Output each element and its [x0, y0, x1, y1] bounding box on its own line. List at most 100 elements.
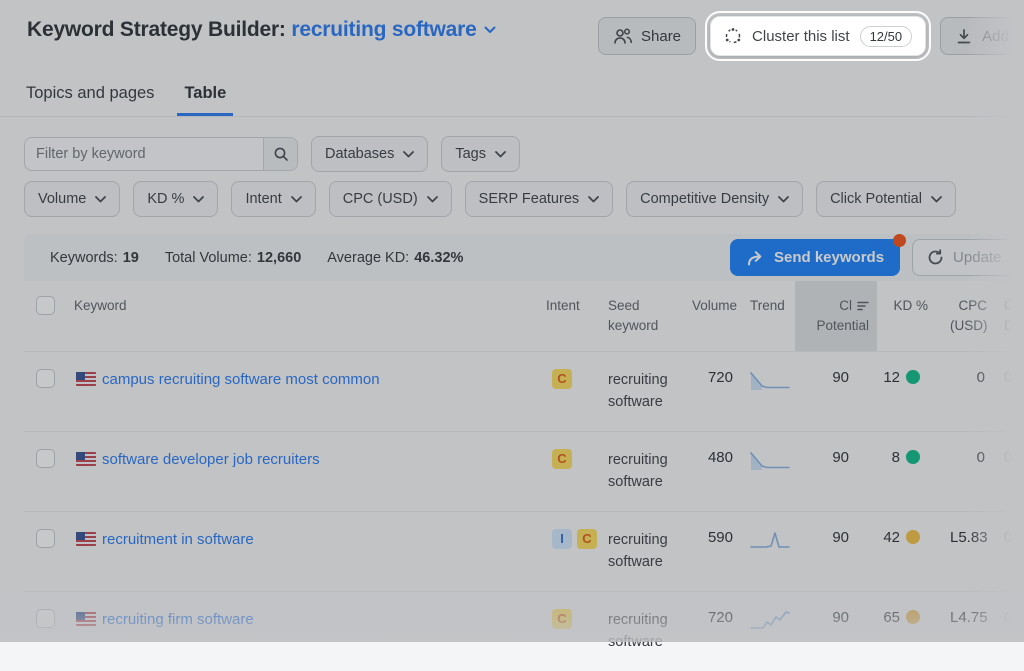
table-row: software developer job recruiters C recr… — [24, 431, 1024, 511]
summary-actions: Send keywords Update — [730, 239, 1016, 276]
volume-filter[interactable]: Volume — [24, 181, 120, 217]
share-button[interactable]: Share — [598, 17, 696, 55]
tags-filter[interactable]: Tags — [441, 136, 520, 172]
kd-filter-label: KD % — [147, 191, 184, 207]
keyword-link[interactable]: campus recruiting software most common — [102, 369, 380, 390]
tags-label: Tags — [455, 146, 486, 162]
serp-features-filter[interactable]: SERP Features — [465, 181, 613, 217]
row-checkbox[interactable] — [36, 449, 55, 468]
competitive-density-filter[interactable]: Competitive Density — [626, 181, 803, 217]
search-button[interactable] — [263, 138, 297, 170]
kd-difficulty-dot — [906, 530, 920, 544]
cluster-count-badge: 12/50 — [860, 26, 913, 47]
volume-value: 590 — [692, 511, 737, 591]
column-header-click-potential[interactable]: Cl Potential — [795, 281, 877, 351]
competitive-density-value: 0.41 — [1000, 511, 1024, 591]
column-header-seed-keyword[interactable]: Seedkeyword — [600, 281, 692, 351]
keywords-card: Keywords:19 Total Volume:12,660 Average … — [24, 234, 1024, 671]
update-label: Update — [953, 249, 1001, 266]
chevron-down-icon — [193, 196, 204, 203]
trend-sparkline — [750, 609, 790, 631]
column-header-volume[interactable]: Volume — [692, 281, 737, 351]
list-name: recruiting software — [291, 18, 476, 42]
cpc-value: 0 — [950, 351, 1000, 431]
summary-bar: Keywords:19 Total Volume:12,660 Average … — [24, 234, 1024, 281]
databases-filter[interactable]: Databases — [311, 136, 428, 172]
trend-sparkline — [750, 529, 790, 551]
list-name-dropdown[interactable]: recruiting software — [291, 18, 495, 42]
click-potential-value: 90 — [795, 591, 877, 671]
cpc-value: L5.83 — [950, 511, 1000, 591]
volume-value: 720 — [692, 351, 737, 431]
seed-keyword: recruiting software — [600, 511, 692, 591]
tab-topics-and-pages[interactable]: Topics and pages — [24, 84, 156, 116]
kd-value: 42 — [877, 529, 920, 546]
select-all-checkbox[interactable] — [36, 296, 55, 315]
kd-value: 8 — [877, 449, 920, 466]
chevron-down-icon — [588, 196, 599, 203]
cluster-label: Cluster this list — [752, 28, 850, 45]
cpc-filter[interactable]: CPC (USD) — [329, 181, 452, 217]
filters-section: Databases Tags Volume KD % Intent CPC (U… — [0, 117, 1024, 217]
row-checkbox[interactable] — [36, 529, 55, 548]
row-checkbox[interactable] — [36, 369, 55, 388]
total-volume: Total Volume:12,660 — [165, 250, 301, 266]
us-flag-icon — [76, 612, 96, 626]
chevron-down-icon — [484, 26, 496, 34]
chevron-down-icon — [95, 196, 106, 203]
column-header-trend: Trend — [737, 281, 795, 351]
add-keywords-button[interactable]: Add keywords — [940, 17, 1024, 55]
seed-keyword: recruiting software — [600, 591, 692, 671]
intent-badge-commercial: C — [577, 529, 597, 549]
send-keywords-button[interactable]: Send keywords — [730, 239, 900, 276]
intent-badge-commercial: C — [552, 369, 572, 389]
send-keywords-label: Send keywords — [774, 249, 884, 266]
trend-sparkline — [750, 449, 790, 471]
us-flag-icon — [76, 452, 96, 466]
keyword-filter-box — [24, 137, 298, 171]
competitive-density-value: 0 — [1000, 431, 1024, 511]
kd-difficulty-dot — [906, 450, 920, 464]
table-row: campus recruiting software most common C… — [24, 351, 1024, 431]
keywords-table: Keyword Intent Seedkeyword Volume Trend … — [24, 281, 1024, 671]
competitive-density-label: Competitive Density — [640, 191, 769, 207]
tab-table[interactable]: Table — [177, 84, 233, 116]
keyword-link[interactable]: recruiting firm software — [102, 609, 254, 630]
cpc-value: L4.75 — [950, 591, 1000, 671]
keyword-filter-input[interactable] — [25, 138, 263, 170]
kd-value: 65 — [877, 609, 920, 626]
column-header-competitive-density[interactable]: Com.Density — [1000, 281, 1024, 351]
people-icon — [613, 27, 632, 45]
chevron-down-icon — [495, 151, 506, 158]
trend-sparkline — [750, 369, 790, 391]
update-button[interactable]: Update — [912, 239, 1016, 276]
competitive-density-value: 0 — [1000, 351, 1024, 431]
kd-filter[interactable]: KD % — [133, 181, 218, 217]
serp-features-label: SERP Features — [479, 191, 579, 207]
click-potential-value: 90 — [795, 511, 877, 591]
cluster-this-list-button[interactable]: Cluster this list 12/50 — [710, 16, 926, 56]
chevron-down-icon — [427, 196, 438, 203]
column-header-intent[interactable]: Intent — [538, 281, 600, 351]
column-header-cpc[interactable]: CPC(USD) — [950, 281, 1000, 351]
row-checkbox[interactable] — [36, 609, 55, 628]
column-header-kd[interactable]: KD % — [877, 281, 950, 351]
click-potential-value: 90 — [795, 351, 877, 431]
databases-label: Databases — [325, 146, 394, 162]
column-header-keyword[interactable]: Keyword — [68, 281, 538, 351]
intent-filter-label: Intent — [245, 191, 281, 207]
intent-filter[interactable]: Intent — [231, 181, 315, 217]
table-header-row: Keyword Intent Seedkeyword Volume Trend … — [24, 281, 1024, 351]
cpc-value: 0 — [950, 431, 1000, 511]
cpc-filter-label: CPC (USD) — [343, 191, 418, 207]
intent-badge-commercial: C — [552, 449, 572, 469]
keyword-link[interactable]: software developer job recruiters — [102, 449, 320, 470]
click-potential-filter[interactable]: Click Potential — [816, 181, 956, 217]
seed-keyword: recruiting software — [600, 431, 692, 511]
sort-descending-icon — [857, 301, 869, 311]
volume-value: 480 — [692, 431, 737, 511]
keyword-link[interactable]: recruitment in software — [102, 529, 254, 550]
top-bar: Keyword Strategy Builder: recruiting sof… — [0, 0, 1024, 42]
volume-filter-label: Volume — [38, 191, 86, 207]
chevron-down-icon — [931, 196, 942, 203]
